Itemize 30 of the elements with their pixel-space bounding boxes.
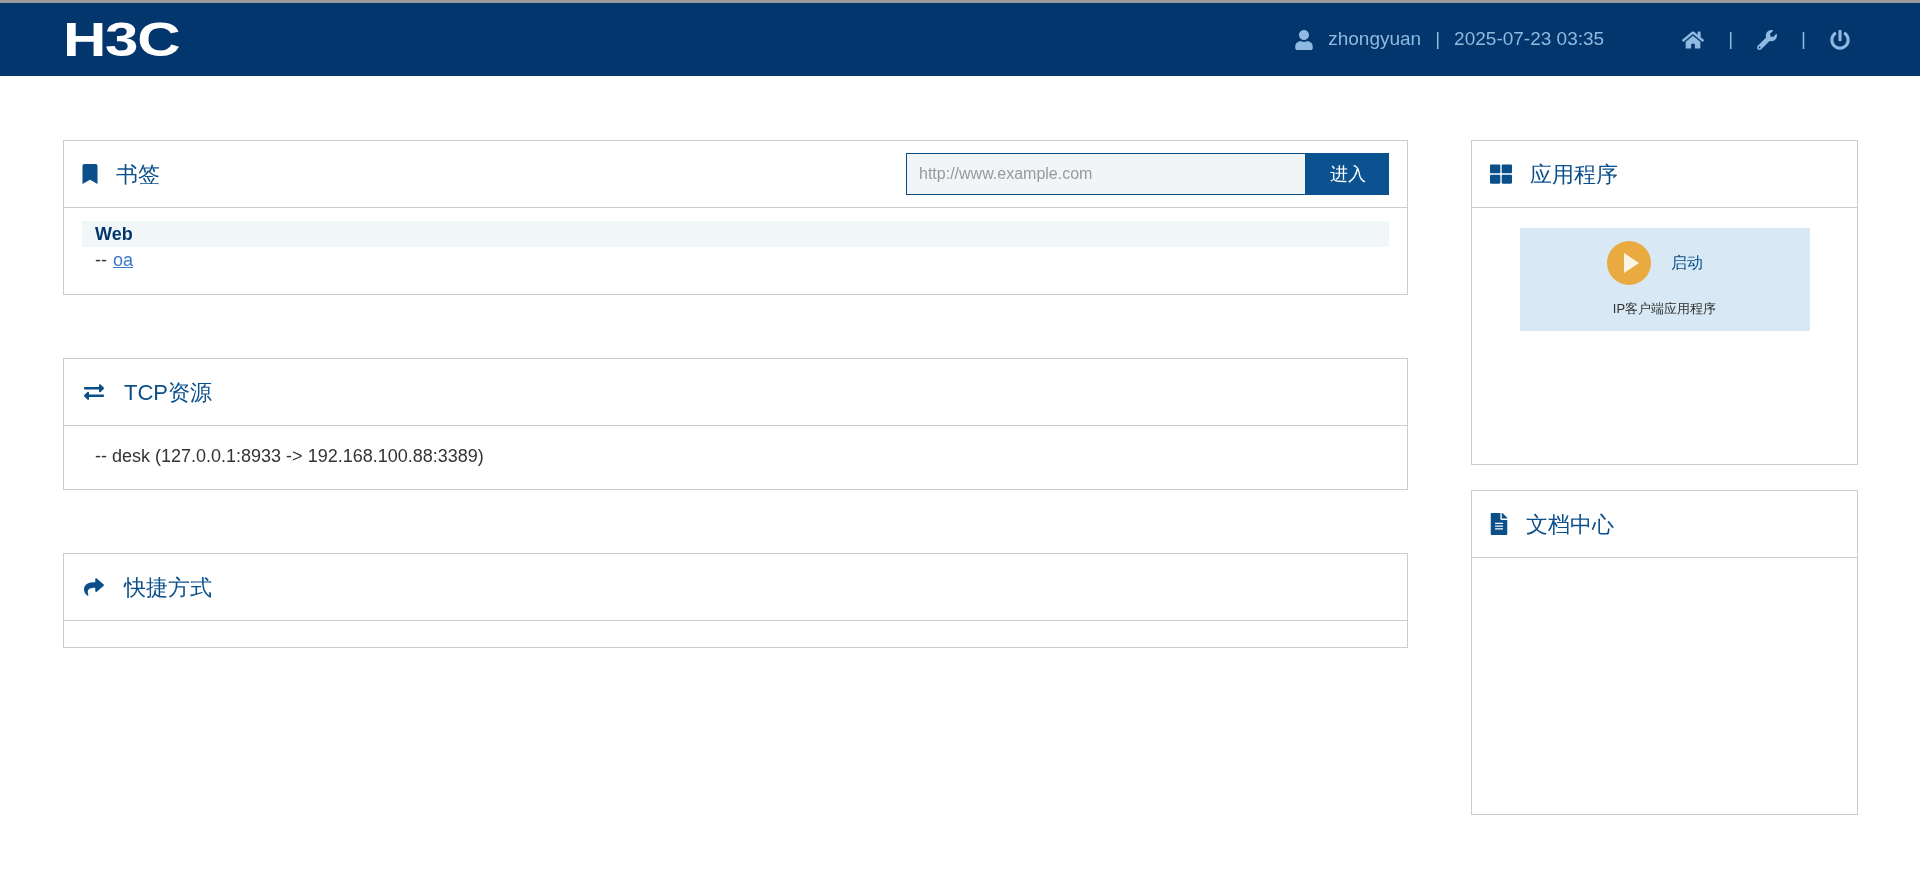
document-icon (1490, 513, 1508, 535)
username: zhongyuan (1328, 27, 1422, 52)
date-time: 2025-07-23 03:35 (1454, 27, 1605, 52)
panel-title: 书签 (116, 160, 160, 189)
user-icon (1294, 29, 1315, 50)
bookmark-link[interactable]: oa (113, 247, 134, 274)
tcp-resource-item: -- desk (127.0.0.1:8933 -> 192.168.100.88:3389) (95, 445, 485, 468)
group-heading: Web (82, 221, 1389, 247)
separator: | (1801, 27, 1806, 52)
home-icon[interactable] (1682, 28, 1705, 51)
panel-title: 文档中心 (1526, 510, 1614, 539)
panel-title: TCP资源 (124, 378, 212, 407)
url-field[interactable]: http://www.example.com (906, 153, 1306, 195)
app-action: 启动 (1670, 253, 1703, 273)
grid-icon (1490, 163, 1512, 185)
panel-title: 快捷方式 (124, 573, 212, 602)
link-prefix: -- (95, 249, 107, 272)
share-arrow-icon (82, 577, 106, 597)
app-name: IP客户端应用程序 (1612, 300, 1717, 318)
power-icon[interactable] (1830, 29, 1850, 50)
logo: H3C (63, 15, 180, 64)
enter-button[interactable]: 进入 (1306, 153, 1389, 195)
exchange-icon (82, 382, 106, 402)
panel-title: 应用程序 (1530, 160, 1618, 189)
separator: | (1435, 27, 1441, 52)
play-icon (1606, 241, 1651, 285)
bookmark-icon (82, 164, 98, 184)
app-tile[interactable]: 启动 IP客户端应用程序 (1519, 228, 1810, 331)
separator: | (1728, 27, 1734, 52)
settings-icon[interactable] (1757, 29, 1778, 50)
